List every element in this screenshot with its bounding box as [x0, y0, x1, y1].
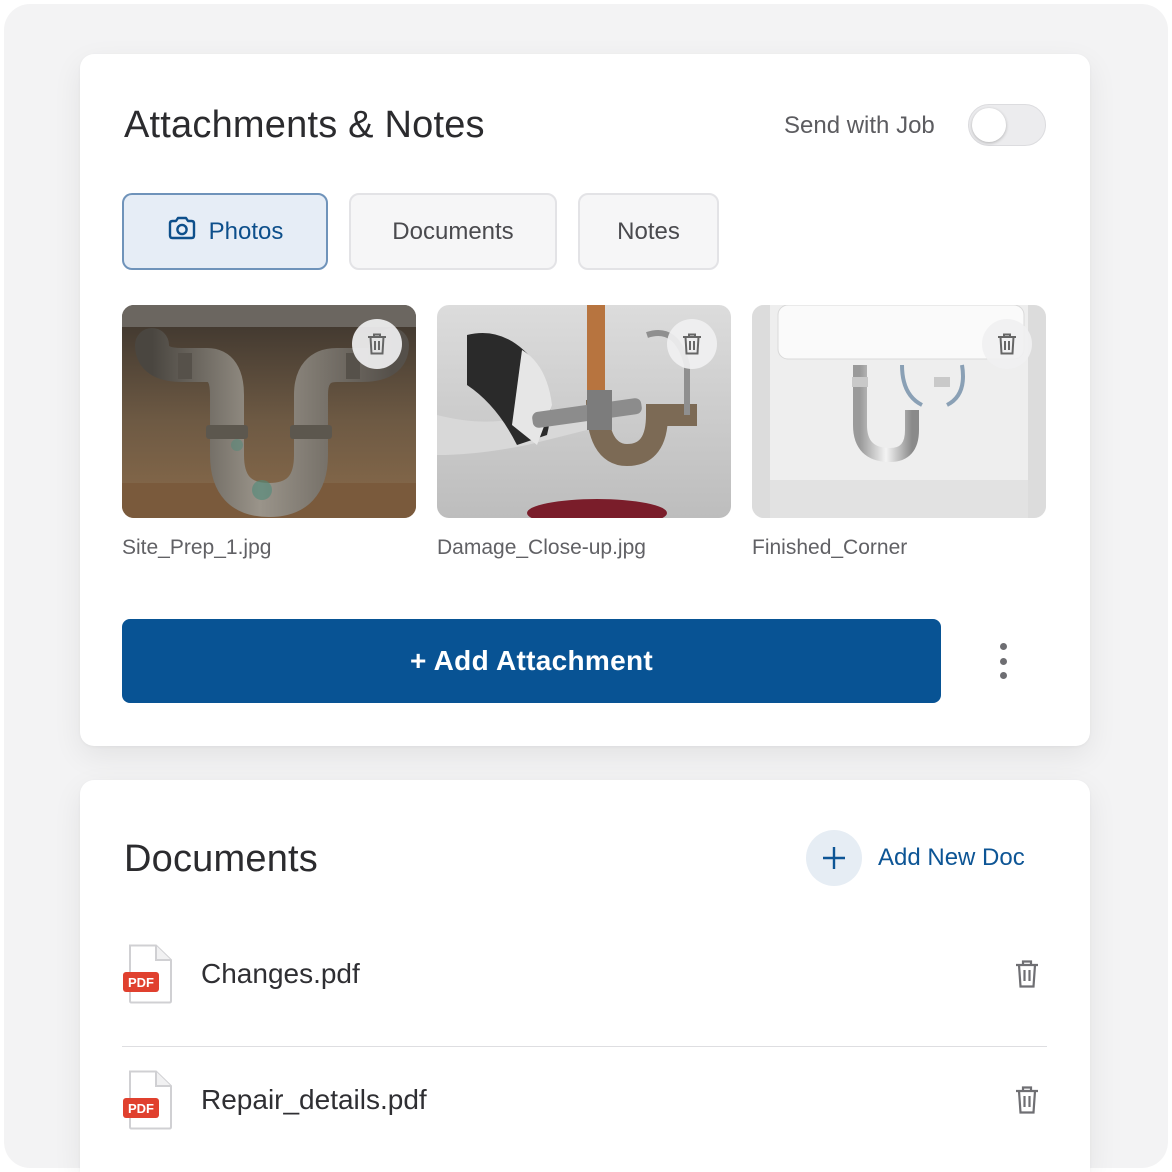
delete-document-button[interactable] — [1007, 956, 1047, 992]
trash-icon — [368, 333, 386, 355]
delete-photo-button[interactable] — [667, 319, 717, 369]
photo-thumbnail[interactable] — [752, 305, 1046, 518]
pdf-badge: PDF — [128, 1101, 154, 1116]
delete-photo-button[interactable] — [352, 319, 402, 369]
trash-icon — [683, 333, 701, 355]
pdf-file-icon: PDF — [123, 944, 172, 1004]
pdf-file-icon: PDF — [123, 1070, 172, 1130]
add-new-doc-label: Add New Doc — [878, 844, 1025, 871]
camera-icon — [167, 215, 197, 248]
tab-documents[interactable]: Documents — [349, 193, 557, 270]
photo-thumbnail[interactable] — [437, 305, 731, 518]
tab-photos-label: Photos — [208, 217, 284, 245]
plus-icon — [806, 830, 862, 886]
documents-card: Documents Add New Doc PDF Changes.pdf PD… — [80, 780, 1090, 1172]
toggle-knob — [972, 108, 1006, 142]
add-new-doc-button[interactable]: Add New Doc — [806, 830, 1025, 886]
tab-documents-label: Documents — [392, 217, 514, 245]
trash-icon — [1016, 1086, 1038, 1114]
more-vertical-icon[interactable] — [988, 639, 1018, 683]
photo-caption: Site_Prep_1.jpg — [122, 536, 272, 559]
delete-photo-button[interactable] — [982, 319, 1032, 369]
delete-document-button[interactable] — [1007, 1082, 1047, 1118]
photo-caption: Damage_Close-up.jpg — [437, 536, 646, 559]
attachments-title: Attachments & Notes — [124, 104, 485, 146]
photo-caption: Finished_Corner — [752, 536, 908, 559]
send-with-job-toggle[interactable] — [968, 104, 1046, 146]
list-item[interactable]: PDF Repair_details.pdf — [122, 1070, 1047, 1130]
document-name: Changes.pdf — [201, 958, 360, 989]
tab-photos[interactable]: Photos — [122, 193, 328, 270]
document-name: Repair_details.pdf — [201, 1084, 427, 1115]
pdf-badge: PDF — [128, 975, 154, 990]
photo-thumbnail[interactable] — [122, 305, 416, 518]
tab-notes[interactable]: Notes — [578, 193, 719, 270]
trash-icon — [1016, 960, 1038, 988]
divider — [122, 1046, 1047, 1047]
send-with-job-label: Send with Job — [784, 112, 935, 139]
add-attachment-button[interactable]: + Add Attachment — [122, 619, 941, 703]
trash-icon — [998, 333, 1016, 355]
attachments-card: Attachments & Notes Send with Job Photos… — [80, 54, 1090, 746]
list-item[interactable]: PDF Changes.pdf — [122, 944, 1047, 1004]
documents-title: Documents — [124, 838, 318, 880]
tab-notes-label: Notes — [617, 217, 680, 245]
